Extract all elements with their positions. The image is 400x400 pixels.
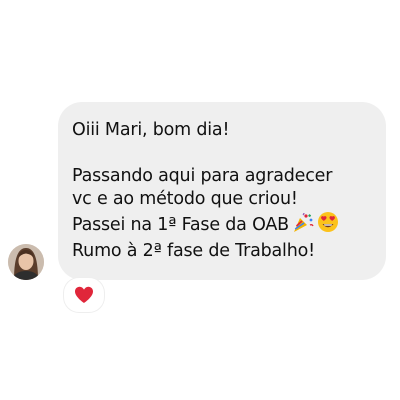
message-line-5: Rumo à 2ª fase de Trabalho!	[72, 241, 315, 261]
message-line-2: Passando aqui para agradecer	[72, 166, 333, 186]
heart-icon	[75, 286, 93, 303]
message-line-greeting: Oiii Mari, bom dia!	[72, 120, 230, 140]
message-spacer	[72, 142, 376, 165]
heart-reaction[interactable]	[64, 278, 104, 312]
message-line-4: Passei na 1ª Fase da OAB	[72, 215, 289, 235]
heart-eyes-icon	[317, 211, 339, 240]
message-line-4-row: Passei na 1ª Fase da OAB	[72, 211, 376, 240]
party-popper-icon	[292, 212, 314, 240]
message-line-3: vc e ao método que criou!	[72, 189, 298, 209]
message-bubble[interactable]: Oiii Mari, bom dia! Passando aqui para a…	[58, 102, 386, 280]
avatar-photo	[8, 244, 44, 280]
sender-avatar[interactable]	[8, 244, 44, 280]
